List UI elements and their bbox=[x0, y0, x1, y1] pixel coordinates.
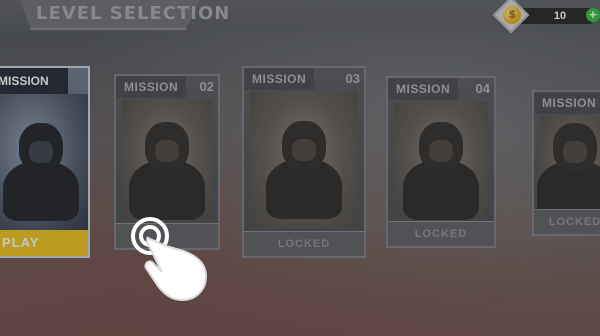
tap-hand-icon bbox=[126, 206, 210, 306]
mission-card-4[interactable]: MISSION 04 LOCKED bbox=[386, 76, 496, 248]
mission-number: 03 bbox=[345, 71, 360, 86]
mission-label: MISSION bbox=[116, 76, 187, 98]
mission-art bbox=[122, 100, 212, 220]
mission-art bbox=[394, 102, 488, 220]
mission-art bbox=[537, 116, 600, 222]
mission-art bbox=[0, 94, 88, 230]
mission-status: LOCKED bbox=[534, 209, 600, 234]
mission-label: MISSION bbox=[0, 68, 68, 94]
add-coins-button[interactable]: + bbox=[586, 8, 600, 22]
coin-icon: $ bbox=[503, 6, 521, 24]
mission-number: 04 bbox=[475, 81, 490, 96]
mission-label: MISSION bbox=[388, 78, 459, 100]
mission-card-1[interactable]: MISSION PLAY bbox=[0, 66, 90, 258]
mission-card-5[interactable]: MISSION LOCKED bbox=[532, 90, 600, 236]
coin-count: 10 bbox=[553, 10, 567, 22]
mission-card-3[interactable]: MISSION 03 LOCKED bbox=[242, 66, 366, 258]
page-title: LEVEL SELECTION bbox=[36, 3, 231, 24]
mission-status: LOCKED bbox=[388, 221, 494, 246]
mission-status: LOCKED bbox=[244, 231, 364, 256]
play-button[interactable]: PLAY bbox=[0, 230, 88, 256]
mission-label: MISSION bbox=[534, 92, 600, 114]
mission-art bbox=[250, 92, 358, 228]
mission-number: 02 bbox=[199, 79, 214, 94]
mission-label: MISSION bbox=[244, 68, 315, 90]
